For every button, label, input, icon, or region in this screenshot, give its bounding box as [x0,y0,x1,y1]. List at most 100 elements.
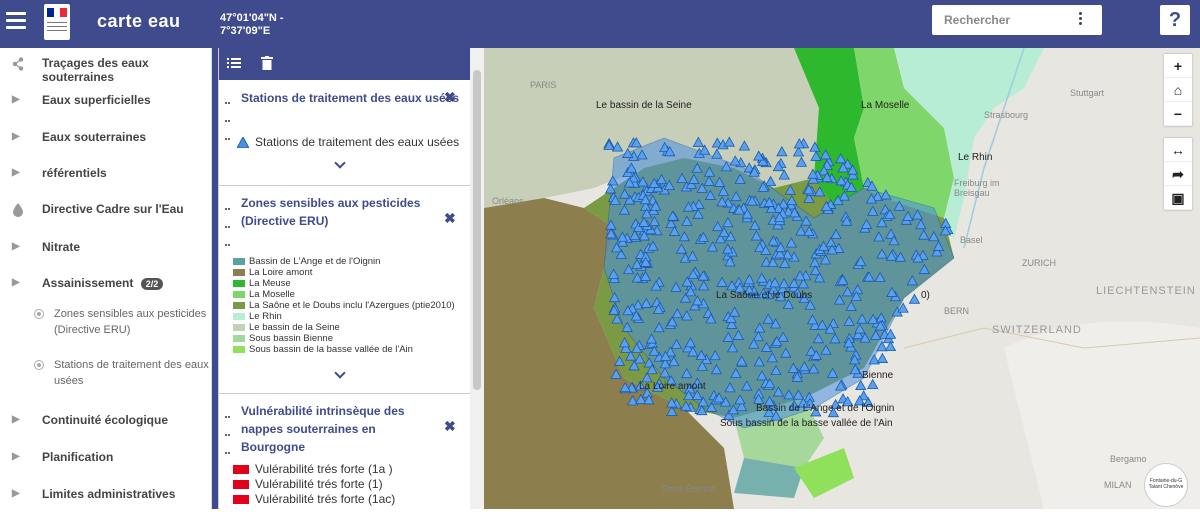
help-button[interactable]: ? [1160,5,1190,35]
chevron-down-icon[interactable] [334,369,346,381]
coordinates-readout: 47°01'04"N - 7°37'09"E [220,12,284,38]
legend-entry-label: Stations de traitement des eaux usées [255,135,460,149]
overview-map-thumbnail[interactable]: Fontaine-du-G Talant Chenôve [1144,463,1188,507]
legend-entry-label: Bassin de L'Ange et de l'Oignin [249,256,381,267]
legend-entry-label: Vulérabilité trés forte (1a ) [255,462,393,476]
sidebar-item-directive-cadre[interactable]: Directive Cadre sur l'Eau [0,197,212,227]
layer-toggle-radio[interactable] [34,309,44,319]
chevron-right-icon: ▶ [12,451,20,462]
chevron-right-icon: ▶ [12,277,20,288]
legend-entry-label: Vulérabilité trés forte (1) [255,477,383,491]
image-export-button[interactable]: ▣ [1164,186,1192,210]
legend-entry: Bassin de L'Ange et de l'Oignin [233,256,380,267]
chevron-right-icon: ▶ [12,414,20,425]
sidebar-item-limites[interactable]: ▶ Limites administratives [0,482,212,512]
sidebar-item-nitrate[interactable]: ▶ Nitrate [0,235,212,265]
app-title: carte eau [97,11,181,31]
republique-francaise-logo [44,4,70,40]
count-badge: 2/2 [140,277,164,290]
city-label: Strasbourg [984,110,1029,120]
city-label: ZURICH [1022,258,1056,268]
zone-label-ain: Sous bassin de la basse vallée de l'Ain [720,418,893,429]
scrollbar-thumb[interactable] [473,70,481,390]
search-box[interactable]: Rechercher [932,5,1102,35]
sidebar-item-label: Limites administratives [42,487,176,501]
sidebar-item-label: Directive Cadre sur l'Eau [42,202,184,216]
sidebar-item-tracages[interactable]: Traçages des eaux souterraines [0,51,212,84]
city-label: Orléans [492,196,524,206]
more-options-icon[interactable] [1079,12,1083,27]
legend-layer-zones-sensibles: Zones sensibles aux pesticides (Directiv… [219,186,471,394]
close-icon[interactable]: ✖ [444,89,456,106]
legend-entry: Le Rhin [233,311,282,322]
zone-label-loire: La Loire amont [639,381,706,392]
legend-entry: Vulérabilité trés forte (1a ) [233,462,393,477]
legend-entry: Sous bassin Bienne [233,333,333,344]
search-input[interactable]: Rechercher [944,13,1010,27]
drag-handle-icon[interactable] [225,92,233,140]
map-canvas[interactable]: Le bassin de la Seine La Moselle Le Rhin… [484,48,1200,509]
legend-entry-label: La Meuse [249,278,291,289]
sidebar: Traçages des eaux souterraines ▶ Eaux su… [0,48,212,509]
sidebar-item-label-wrap: Assainissement 2/2 [42,276,164,290]
zoom-in-button[interactable]: + [1164,54,1192,78]
sidebar-subitem-zones-sensibles[interactable]: Zones sensibles aux pesticides (Directiv… [34,306,209,338]
city-label: BERN [944,306,970,316]
city-label: Stuttgart [1070,88,1105,98]
sidebar-subitem-label: Stations de traitement des eaux usées [54,359,209,387]
zoom-out-button[interactable]: − [1164,102,1192,126]
chevron-right-icon: ▶ [12,131,20,142]
legend-entry-label: Le bassin de la Seine [249,322,340,333]
sidebar-item-eaux-souterraines[interactable]: ▶ Eaux souterraines [0,125,212,155]
sidebar-item-referentiels[interactable]: ▶ référentiels [0,161,212,191]
menu-icon[interactable] [6,8,26,38]
legend-entry-label: La Saône et le Doubs inclu l'Azergues (p… [249,300,455,311]
close-icon[interactable]: ✖ [444,210,456,227]
water-drop-icon [12,203,24,217]
legend-entry: Stations de traitement des eaux usées [236,135,460,149]
sidebar-item-label: Traçages des eaux souterraines [42,56,149,84]
sidebar-item-label: Eaux souterraines [42,130,147,144]
share-button[interactable]: ➦ [1164,162,1192,186]
sidebar-subitem-stations[interactable]: Stations de traitement des eaux usées [34,357,209,389]
tool-controls: ↔ ➦ ▣ [1164,138,1192,210]
zone-label-seine: Le bassin de la Seine [596,100,692,111]
home-button[interactable]: ⌂ [1164,78,1192,102]
legend-layer-stations: Stations de traitement des eaux usées ✖ … [219,80,471,186]
coords-lat: 47°01'04"N - [220,12,284,24]
chevron-right-icon: ▶ [12,488,20,499]
trash-icon[interactable] [261,56,277,72]
legend-toolbar [219,48,471,80]
layer-title: Zones sensibles aux pesticides (Directiv… [241,196,421,228]
map-layers [484,48,1200,509]
layer-toggle-radio[interactable] [34,360,44,370]
sidebar-item-label: Continuité écologique [42,413,168,427]
drag-handle-icon[interactable] [225,198,233,246]
close-icon[interactable]: ✖ [444,418,456,435]
legend-entry: La Moselle [233,289,295,300]
country-label: LIECHTENSTEIN [1096,285,1196,297]
list-icon[interactable] [227,56,243,72]
measure-button[interactable]: ↔ [1164,138,1192,162]
chevron-right-icon: ▶ [12,94,20,105]
legend-layer-vulnerabilite: Vulnérabilité intrinsèque des nappes sou… [219,394,471,509]
triangle-icon [236,136,250,149]
sidebar-item-eaux-superficielles[interactable]: ▶ Eaux superficielles [0,88,212,118]
chevron-down-icon[interactable] [334,159,346,171]
legend-entry-label: La Loire amont [249,267,313,278]
legend-entry-label: Vulérabilité trés forte (1ac) [255,492,396,506]
sidebar-item-planification[interactable]: ▶ Planification [0,445,212,475]
legend-entry-label: La Moselle [249,289,295,300]
legend-entry-label: Le Rhin [249,311,282,322]
zone-label-fragment: 0) [921,290,930,301]
sidebar-subitem-label: Zones sensibles aux pesticides (Directiv… [54,308,207,336]
drag-handle-icon[interactable] [225,406,233,454]
sidebar-item-assainissement[interactable]: ▶ Assainissement 2/2 [0,271,212,301]
sidebar-item-continuite[interactable]: ▶ Continuité écologique [0,408,212,438]
city-label: PARIS [530,80,557,90]
sidebar-item-label: Assainissement [42,276,134,290]
legend-panel: Stations de traitement des eaux usées ✖ … [218,48,471,509]
coords-lon: 7°37'09"E [220,25,271,37]
zone-label-moselle: La Moselle [861,100,910,111]
legend-scrollbar[interactable] [470,48,484,509]
